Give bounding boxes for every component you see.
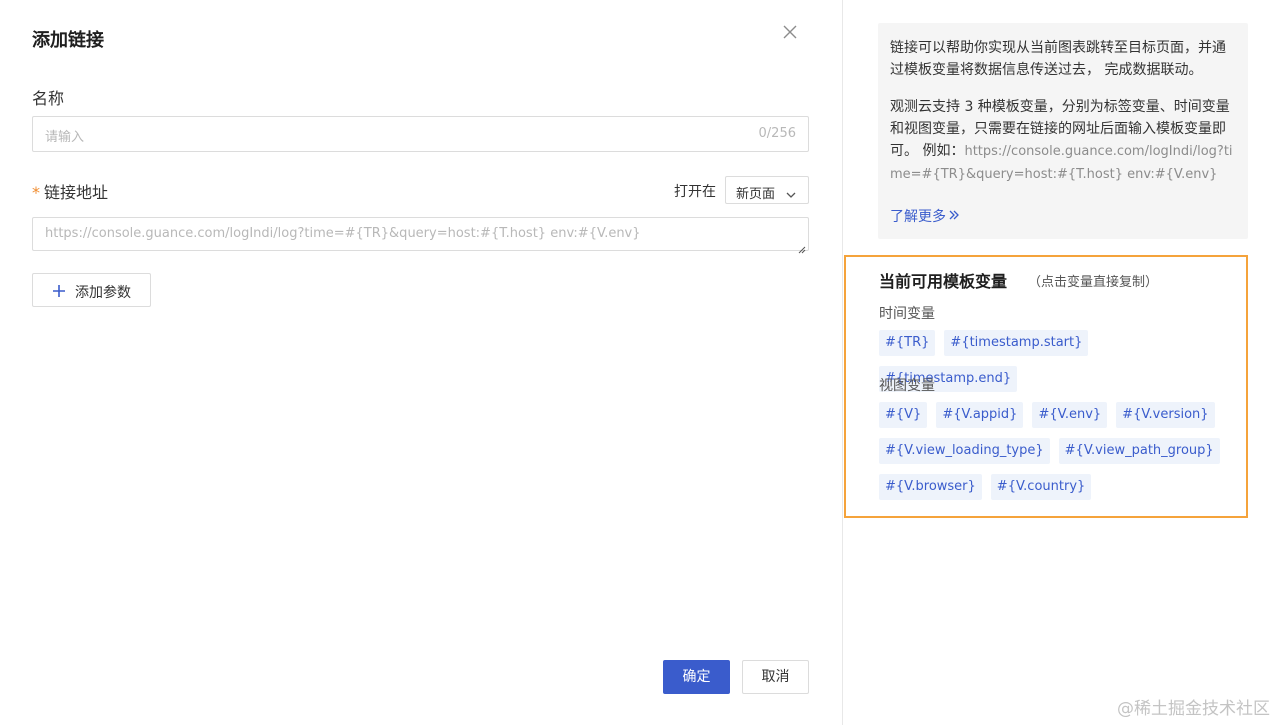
variable-tag[interactable]: #{V.browser} — [879, 474, 982, 500]
add-param-label: 添加参数 — [75, 285, 131, 301]
cancel-button[interactable]: 取消 — [742, 660, 809, 694]
name-input[interactable]: 请输入 0/256 — [32, 116, 809, 152]
name-label: 名称 — [32, 89, 65, 108]
dialog-main-panel: 添加链接 名称 请输入 0/256 * 链接地址 打开在 新页面 https://… — [0, 0, 843, 725]
variable-tag[interactable]: #{TR} — [879, 330, 936, 356]
resize-handle-icon[interactable] — [797, 239, 806, 254]
variables-hint: （点击变量直接复制） — [1028, 275, 1159, 290]
help-paragraph-1: 链接可以帮助你实现从当前图表跳转至目标页面，并通过模板变量将数据信息传送过去， … — [890, 40, 1226, 78]
open-in-select[interactable]: 新页面 — [725, 176, 809, 204]
double-chevron-right-icon — [948, 206, 960, 228]
help-paragraph-2: 观测云支持 3 种模板变量，分别为标签变量、时间变量和视图变量，只需要在链接的网… — [890, 96, 1236, 186]
open-in-value: 新页面 — [736, 187, 776, 202]
view-vars-list: #{V} #{V.appid} #{V.env} #{V.version} #{V.vi… — [879, 402, 1229, 500]
name-placeholder: 请输入 — [45, 130, 85, 145]
open-in-label: 打开在 — [674, 184, 716, 200]
required-mark: * — [32, 183, 40, 202]
dialog-title: 添加链接 — [32, 30, 104, 51]
link-label-text: 链接地址 — [44, 183, 109, 202]
view-vars-label: 视图变量 — [879, 378, 935, 394]
link-label: * 链接地址 — [32, 179, 108, 203]
variables-title: 当前可用模板变量 — [879, 272, 1008, 291]
variable-tag[interactable]: #{V.appid} — [936, 402, 1024, 428]
template-variables-panel: 当前可用模板变量 （点击变量直接复制） 时间变量 #{TR} #{timestam… — [844, 255, 1248, 518]
variable-tag[interactable]: #{V.country} — [990, 474, 1092, 500]
variable-tag[interactable]: #{V.view_path_group} — [1058, 438, 1220, 464]
time-vars-label: 时间变量 — [879, 306, 935, 322]
help-info-box: 链接可以帮助你实现从当前图表跳转至目标页面，并通过模板变量将数据信息传送过去， … — [878, 23, 1248, 239]
variable-tag[interactable]: #{timestamp.start} — [944, 330, 1089, 356]
variable-tag[interactable]: #{V.version} — [1116, 402, 1215, 428]
variable-tag[interactable]: #{V} — [879, 402, 928, 428]
variable-tag[interactable]: #{V.view_loading_type} — [879, 438, 1050, 464]
help-panel: 链接可以帮助你实现从当前图表跳转至目标页面，并通过模板变量将数据信息传送过去， … — [844, 0, 1280, 725]
learn-more-text: 了解更多 — [890, 209, 946, 225]
close-icon[interactable] — [780, 22, 800, 42]
link-url-textarea[interactable]: https://console.guance.com/logIndi/log?t… — [32, 217, 809, 254]
watermark: @稀土掘金技术社区 — [1117, 699, 1270, 719]
link-url-placeholder: https://console.guance.com/logIndi/log?t… — [45, 226, 641, 241]
variable-tag[interactable]: #{V.env} — [1032, 402, 1108, 428]
chevron-down-icon — [786, 185, 796, 198]
learn-more-link[interactable]: 了解更多 — [890, 206, 960, 228]
add-param-button[interactable]: 添加参数 — [32, 273, 151, 307]
name-char-count: 0/256 — [758, 126, 796, 141]
confirm-button[interactable]: 确定 — [663, 660, 730, 694]
plus-icon — [51, 283, 67, 299]
